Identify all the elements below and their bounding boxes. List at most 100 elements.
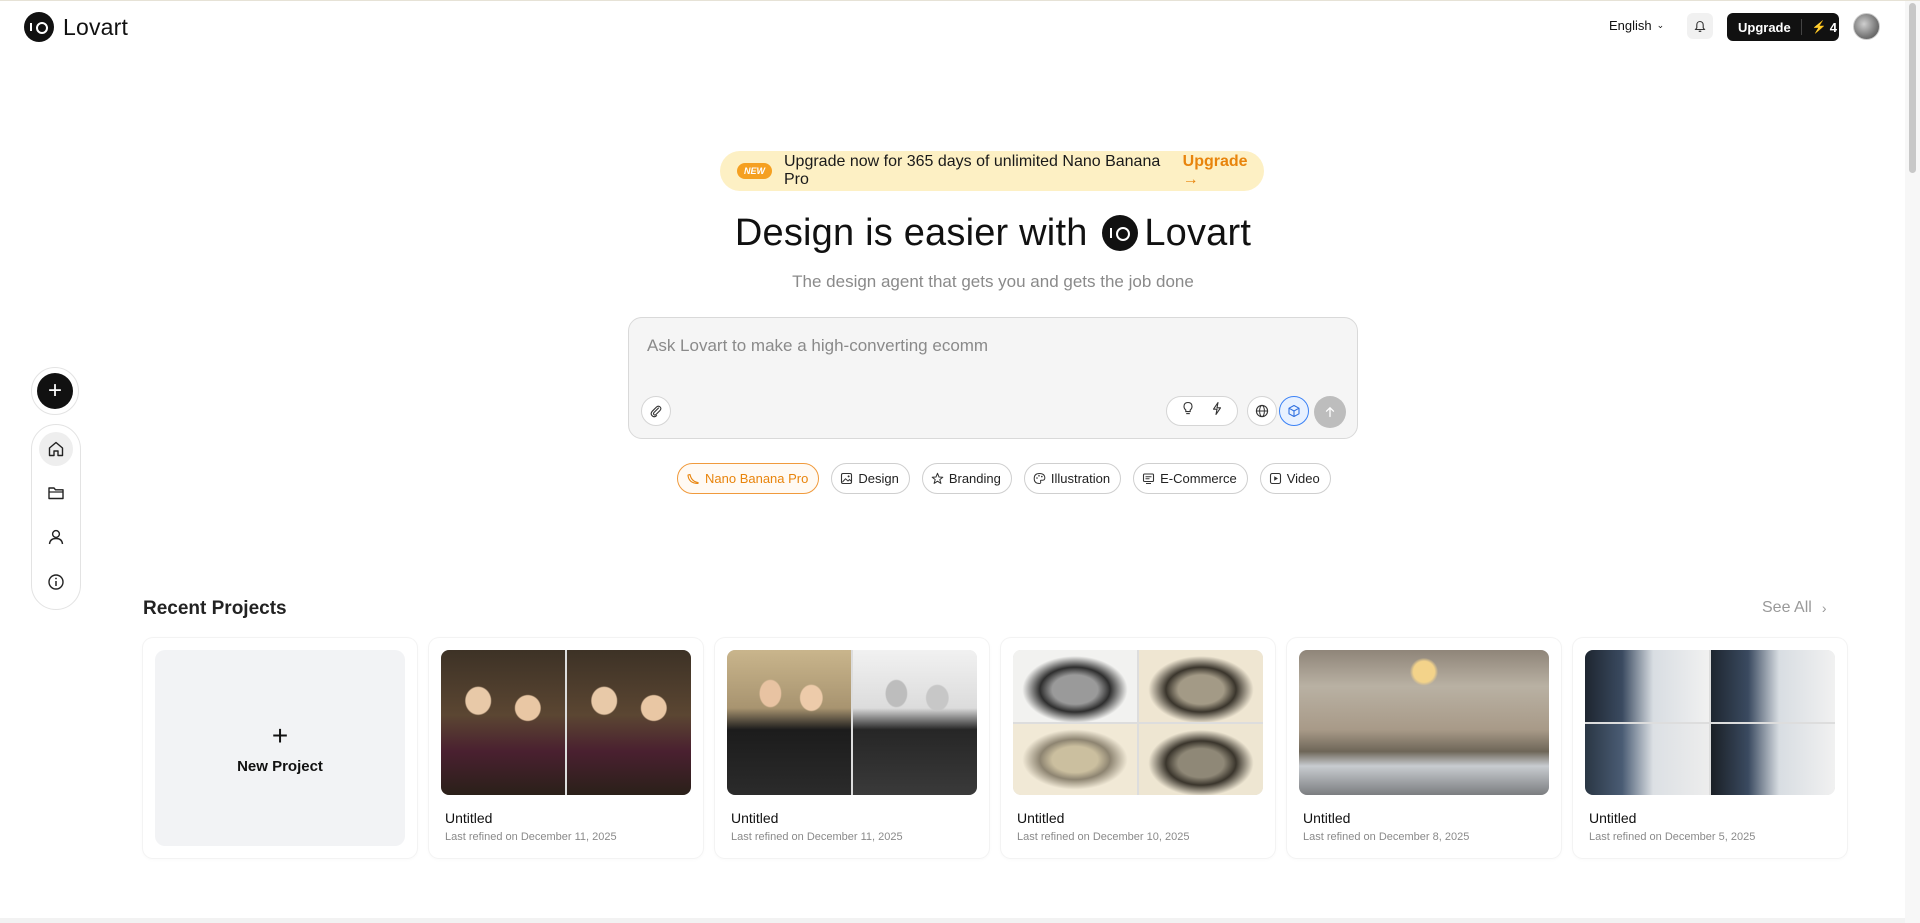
recent-projects-title: Recent Projects xyxy=(143,598,287,619)
hero-subtitle: The design agent that gets you and gets … xyxy=(792,272,1194,291)
lightbulb-icon xyxy=(1182,401,1193,415)
chip-label: Video xyxy=(1286,471,1320,486)
user-icon xyxy=(48,529,64,545)
see-all-link[interactable]: See All › xyxy=(1762,599,1826,617)
project-date: Last refined on December 11, 2025 xyxy=(445,831,617,843)
notifications-button[interactable] xyxy=(1687,13,1713,39)
bottom-divider xyxy=(0,918,1905,923)
chip-branding[interactable]: Branding xyxy=(921,463,1012,494)
palette-icon xyxy=(1033,472,1046,485)
web-search-button[interactable] xyxy=(1247,396,1277,426)
project-thumbnail xyxy=(441,650,691,795)
project-date: Last refined on December 11, 2025 xyxy=(731,831,903,843)
chevron-right-icon: › xyxy=(1821,600,1827,616)
star-icon xyxy=(931,472,944,484)
chevron-down-icon: ⌄ xyxy=(1656,20,1665,30)
chip-label: Branding xyxy=(948,471,1001,486)
top-bar: Lovart English ⌄ Upgrade ⚡ 4 xyxy=(0,1,1905,51)
chip-video[interactable]: Video xyxy=(1259,463,1331,494)
project-thumbnail xyxy=(1585,650,1835,795)
see-all-label: See All xyxy=(1762,599,1812,616)
model-3d-button[interactable] xyxy=(1279,396,1309,426)
image-icon xyxy=(841,472,853,485)
brand-name: Lovart xyxy=(63,13,129,40)
rail-projects-button[interactable] xyxy=(39,476,73,510)
hero-title-text: Design is easier with xyxy=(734,212,1088,254)
project-date: Last refined on December 10, 2025 xyxy=(1017,831,1190,843)
new-project-tile: + New Project xyxy=(155,650,405,846)
thumbnail-image xyxy=(1013,723,1137,795)
thumbnail-image xyxy=(1711,723,1835,795)
lightning-icon xyxy=(1212,401,1221,416)
thumbnail-image xyxy=(441,650,565,795)
fast-mode-button[interactable] xyxy=(1210,401,1224,421)
rail-info-button[interactable] xyxy=(39,565,73,599)
project-card[interactable]: Untitled Last refined on December 8, 202… xyxy=(1287,638,1561,858)
arrow-up-icon xyxy=(1325,406,1335,418)
recent-projects-list: + New Project Untitled Last refined on D… xyxy=(143,638,1847,858)
credits-count: 4 xyxy=(1829,19,1837,35)
new-project-card[interactable]: + New Project xyxy=(143,638,417,858)
chip-e-commerce[interactable]: E-Commerce xyxy=(1133,463,1248,494)
hero-title-brand: Lovart xyxy=(1144,212,1252,254)
info-icon xyxy=(48,574,64,590)
thumbnail-image xyxy=(1585,723,1709,795)
thumbnail-image xyxy=(567,650,691,795)
promo-text: Upgrade now for 365 days of unlimited Na… xyxy=(784,153,1161,188)
thumbnail-image xyxy=(853,650,977,795)
rail-profile-button[interactable] xyxy=(39,520,73,554)
hero-title: Design is easier with Lovart xyxy=(0,212,1920,255)
scrollbar-thumb[interactable] xyxy=(1909,3,1916,173)
project-title: Untitled xyxy=(445,810,493,826)
play-icon xyxy=(1269,472,1281,485)
chip-illustration[interactable]: Illustration xyxy=(1023,463,1122,494)
project-card[interactable]: Untitled Last refined on December 11, 20… xyxy=(715,638,989,858)
globe-icon xyxy=(1255,404,1269,418)
thumbnail-image xyxy=(1013,650,1137,722)
project-thumbnail xyxy=(1299,650,1549,795)
project-title: Untitled xyxy=(731,810,779,826)
new-project-fab[interactable]: + xyxy=(31,367,79,415)
chip-nano-banana-pro[interactable]: Nano Banana Pro xyxy=(677,463,820,494)
chip-label: Illustration xyxy=(1050,471,1111,486)
project-title: Untitled xyxy=(1589,810,1637,826)
cube-icon xyxy=(1288,404,1300,418)
project-card[interactable]: Untitled Last refined on December 10, 20… xyxy=(1001,638,1275,858)
upgrade-label: Upgrade xyxy=(1738,19,1791,35)
language-selector[interactable]: English ⌄ xyxy=(1609,18,1664,33)
thumbnail-image xyxy=(1299,650,1549,795)
project-thumbnail xyxy=(727,650,977,795)
send-button[interactable] xyxy=(1314,396,1346,428)
prompt-input[interactable]: Ask Lovart to make a high-converting eco… xyxy=(628,317,1358,439)
home-icon xyxy=(48,441,64,457)
credits-badge: ⚡ 4 xyxy=(1800,19,1837,35)
project-date: Last refined on December 8, 2025 xyxy=(1303,831,1470,843)
bell-icon xyxy=(1694,20,1706,32)
lightning-icon: ⚡ xyxy=(1811,20,1827,34)
new-badge: NEW xyxy=(737,163,772,179)
thumbnail-image xyxy=(1139,650,1263,722)
project-thumbnail xyxy=(1013,650,1263,795)
thumbnail-image xyxy=(727,650,851,795)
rail-home-button[interactable] xyxy=(39,432,73,466)
page-scrollbar[interactable] xyxy=(1905,1,1920,923)
category-chips: Nano Banana Pro Design Branding Illustra… xyxy=(677,463,1331,494)
language-label: English xyxy=(1609,18,1652,33)
project-card[interactable]: Untitled Last refined on December 11, 20… xyxy=(429,638,703,858)
banana-icon xyxy=(687,473,699,484)
lovart-logo-icon xyxy=(1102,215,1139,251)
prompt-placeholder: Ask Lovart to make a high-converting eco… xyxy=(647,336,989,355)
brand-logo[interactable]: Lovart xyxy=(24,12,128,42)
plus-icon: + xyxy=(271,719,289,751)
upgrade-button[interactable]: Upgrade ⚡ 4 xyxy=(1727,13,1839,41)
idea-mode-button[interactable] xyxy=(1181,401,1195,421)
project-card[interactable]: Untitled Last refined on December 5, 202… xyxy=(1573,638,1847,858)
attach-button[interactable] xyxy=(641,396,671,426)
side-rail xyxy=(31,424,81,610)
chip-design[interactable]: Design xyxy=(831,463,910,494)
promo-upgrade-link[interactable]: Upgrade → xyxy=(1183,153,1264,189)
user-avatar[interactable] xyxy=(1853,13,1880,40)
project-date: Last refined on December 5, 2025 xyxy=(1589,831,1756,843)
promo-banner: NEW Upgrade now for 365 days of unlimite… xyxy=(720,151,1264,191)
mode-toggle-group xyxy=(1166,396,1238,426)
